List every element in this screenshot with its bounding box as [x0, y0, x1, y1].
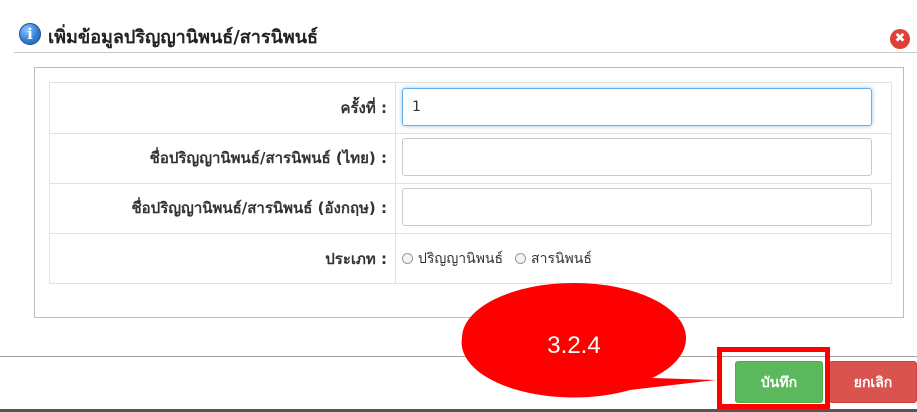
close-icon[interactable]: ✖ — [890, 29, 910, 49]
header-divider — [14, 52, 917, 53]
dialog-title: เพิ่มข้อมูลปริญญานิพนธ์/สารนิพนธ์ — [48, 27, 319, 48]
cancel-button[interactable]: ยกเลิก — [829, 361, 917, 403]
radio-button[interactable] — [515, 253, 527, 264]
form-row-round: ครั้งที่ : — [50, 83, 891, 134]
form-row-type: ประเภท : ปริญญานิพนธ์ สารนิพนธ์ — [50, 233, 891, 284]
form-row-title-en: ชื่อปริญญานิพนธ์/สารนิพนธ์ (อังกฤษ) : — [50, 183, 891, 234]
type-label: ประเภท : — [325, 249, 387, 268]
radio-button[interactable] — [402, 253, 413, 264]
round-input[interactable] — [402, 88, 872, 126]
dialog-header: i เพิ่มข้อมูลปริญญานิพนธ์/สารนิพนธ์ ✖ — [0, 14, 917, 52]
form-panel: ครั้งที่ : ชื่อปริญญานิพนธ์/สารนิพนธ์ (ไ… — [34, 67, 904, 318]
info-icon: i — [19, 23, 41, 45]
add-thesis-dialog: i เพิ่มข้อมูลปริญญานิพนธ์/สารนิพนธ์ ✖ คร… — [0, 0, 917, 412]
title-th-label: ชื่อปริญญานิพนธ์/สารนิพนธ์ (ไทย) : — [149, 149, 387, 167]
form-table: ครั้งที่ : ชื่อปริญญานิพนธ์/สารนิพนธ์ (ไ… — [49, 82, 892, 284]
radio-label: ปริญญานิพนธ์ — [418, 250, 504, 267]
radio-label: สารนิพนธ์ — [531, 250, 592, 267]
callout-label: 3.2.4 — [547, 332, 601, 359]
type-radio-group: ปริญญานิพนธ์ สารนิพนธ์ — [402, 233, 592, 284]
form-row-title-th: ชื่อปริญญานิพนธ์/สารนิพนธ์ (ไทย) : — [50, 133, 891, 184]
footer-divider — [0, 356, 917, 357]
round-label: ครั้งที่ : — [340, 99, 387, 117]
radio-option-thesis[interactable]: ปริญญานิพนธ์ — [402, 248, 503, 270]
title-en-input[interactable] — [402, 188, 872, 226]
title-en-label: ชื่อปริญญานิพนธ์/สารนิพนธ์ (อังกฤษ) : — [131, 199, 387, 217]
radio-option-independent-study[interactable]: สารนิพนธ์ — [515, 248, 592, 270]
title-th-input[interactable] — [402, 138, 872, 176]
save-button[interactable]: บันทึก — [735, 361, 823, 403]
